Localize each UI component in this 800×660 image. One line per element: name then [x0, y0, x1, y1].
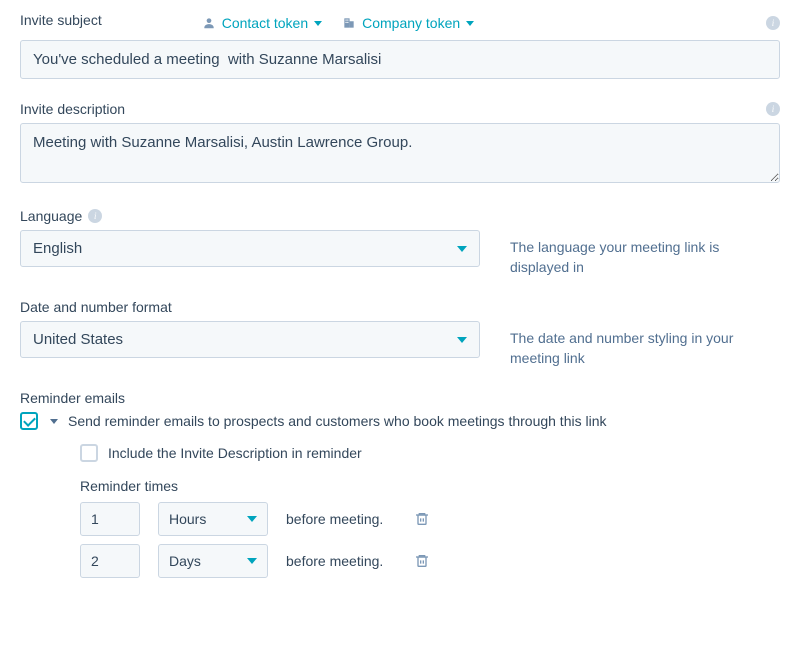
- reminder-row: Days before meeting.: [80, 544, 780, 578]
- format-label: Date and number format: [20, 299, 172, 315]
- include-description-label: Include the Invite Description in remind…: [108, 445, 362, 461]
- delete-reminder-button[interactable]: [414, 552, 430, 570]
- language-label: Language: [20, 208, 82, 224]
- reminder-unit-select[interactable]: Days: [158, 544, 268, 578]
- send-reminders-checkbox[interactable]: [20, 412, 38, 430]
- before-meeting-text: before meeting.: [286, 553, 396, 569]
- person-icon: [202, 16, 216, 30]
- language-helper: The language your meeting link is displa…: [510, 230, 780, 277]
- invite-subject-input[interactable]: [20, 40, 780, 79]
- reminder-times-label: Reminder times: [80, 478, 780, 494]
- caret-down-icon: [466, 21, 474, 26]
- contact-token-button[interactable]: Contact token: [202, 15, 322, 31]
- trash-icon: [414, 510, 430, 528]
- caret-down-icon: [247, 516, 257, 522]
- before-meeting-text: before meeting.: [286, 511, 396, 527]
- reminder-row: Hours before meeting.: [80, 502, 780, 536]
- reminder-qty-input[interactable]: [80, 502, 140, 536]
- include-description-checkbox[interactable]: [80, 444, 98, 462]
- caret-down-icon: [247, 558, 257, 564]
- reminder-qty-input[interactable]: [80, 544, 140, 578]
- invite-subject-label: Invite subject: [20, 12, 102, 28]
- caret-down-icon: [457, 246, 467, 252]
- company-token-button[interactable]: Company token: [342, 15, 474, 31]
- caret-down-icon: [314, 21, 322, 26]
- info-icon[interactable]: i: [88, 209, 102, 223]
- trash-icon: [414, 552, 430, 570]
- building-icon: [342, 16, 356, 30]
- info-icon[interactable]: i: [766, 102, 780, 116]
- invite-description-label: Invite description: [20, 101, 125, 117]
- info-icon[interactable]: i: [766, 16, 780, 30]
- chevron-down-icon[interactable]: [50, 419, 58, 424]
- caret-down-icon: [457, 337, 467, 343]
- reminder-unit-select[interactable]: Hours: [158, 502, 268, 536]
- delete-reminder-button[interactable]: [414, 510, 430, 528]
- send-reminders-label: Send reminder emails to prospects and cu…: [68, 413, 607, 429]
- format-helper: The date and number styling in your meet…: [510, 321, 780, 368]
- invite-description-input[interactable]: Meeting with Suzanne Marsalisi, Austin L…: [20, 123, 780, 183]
- language-select[interactable]: English: [20, 230, 480, 267]
- format-select[interactable]: United States: [20, 321, 480, 358]
- reminder-emails-label: Reminder emails: [20, 390, 125, 406]
